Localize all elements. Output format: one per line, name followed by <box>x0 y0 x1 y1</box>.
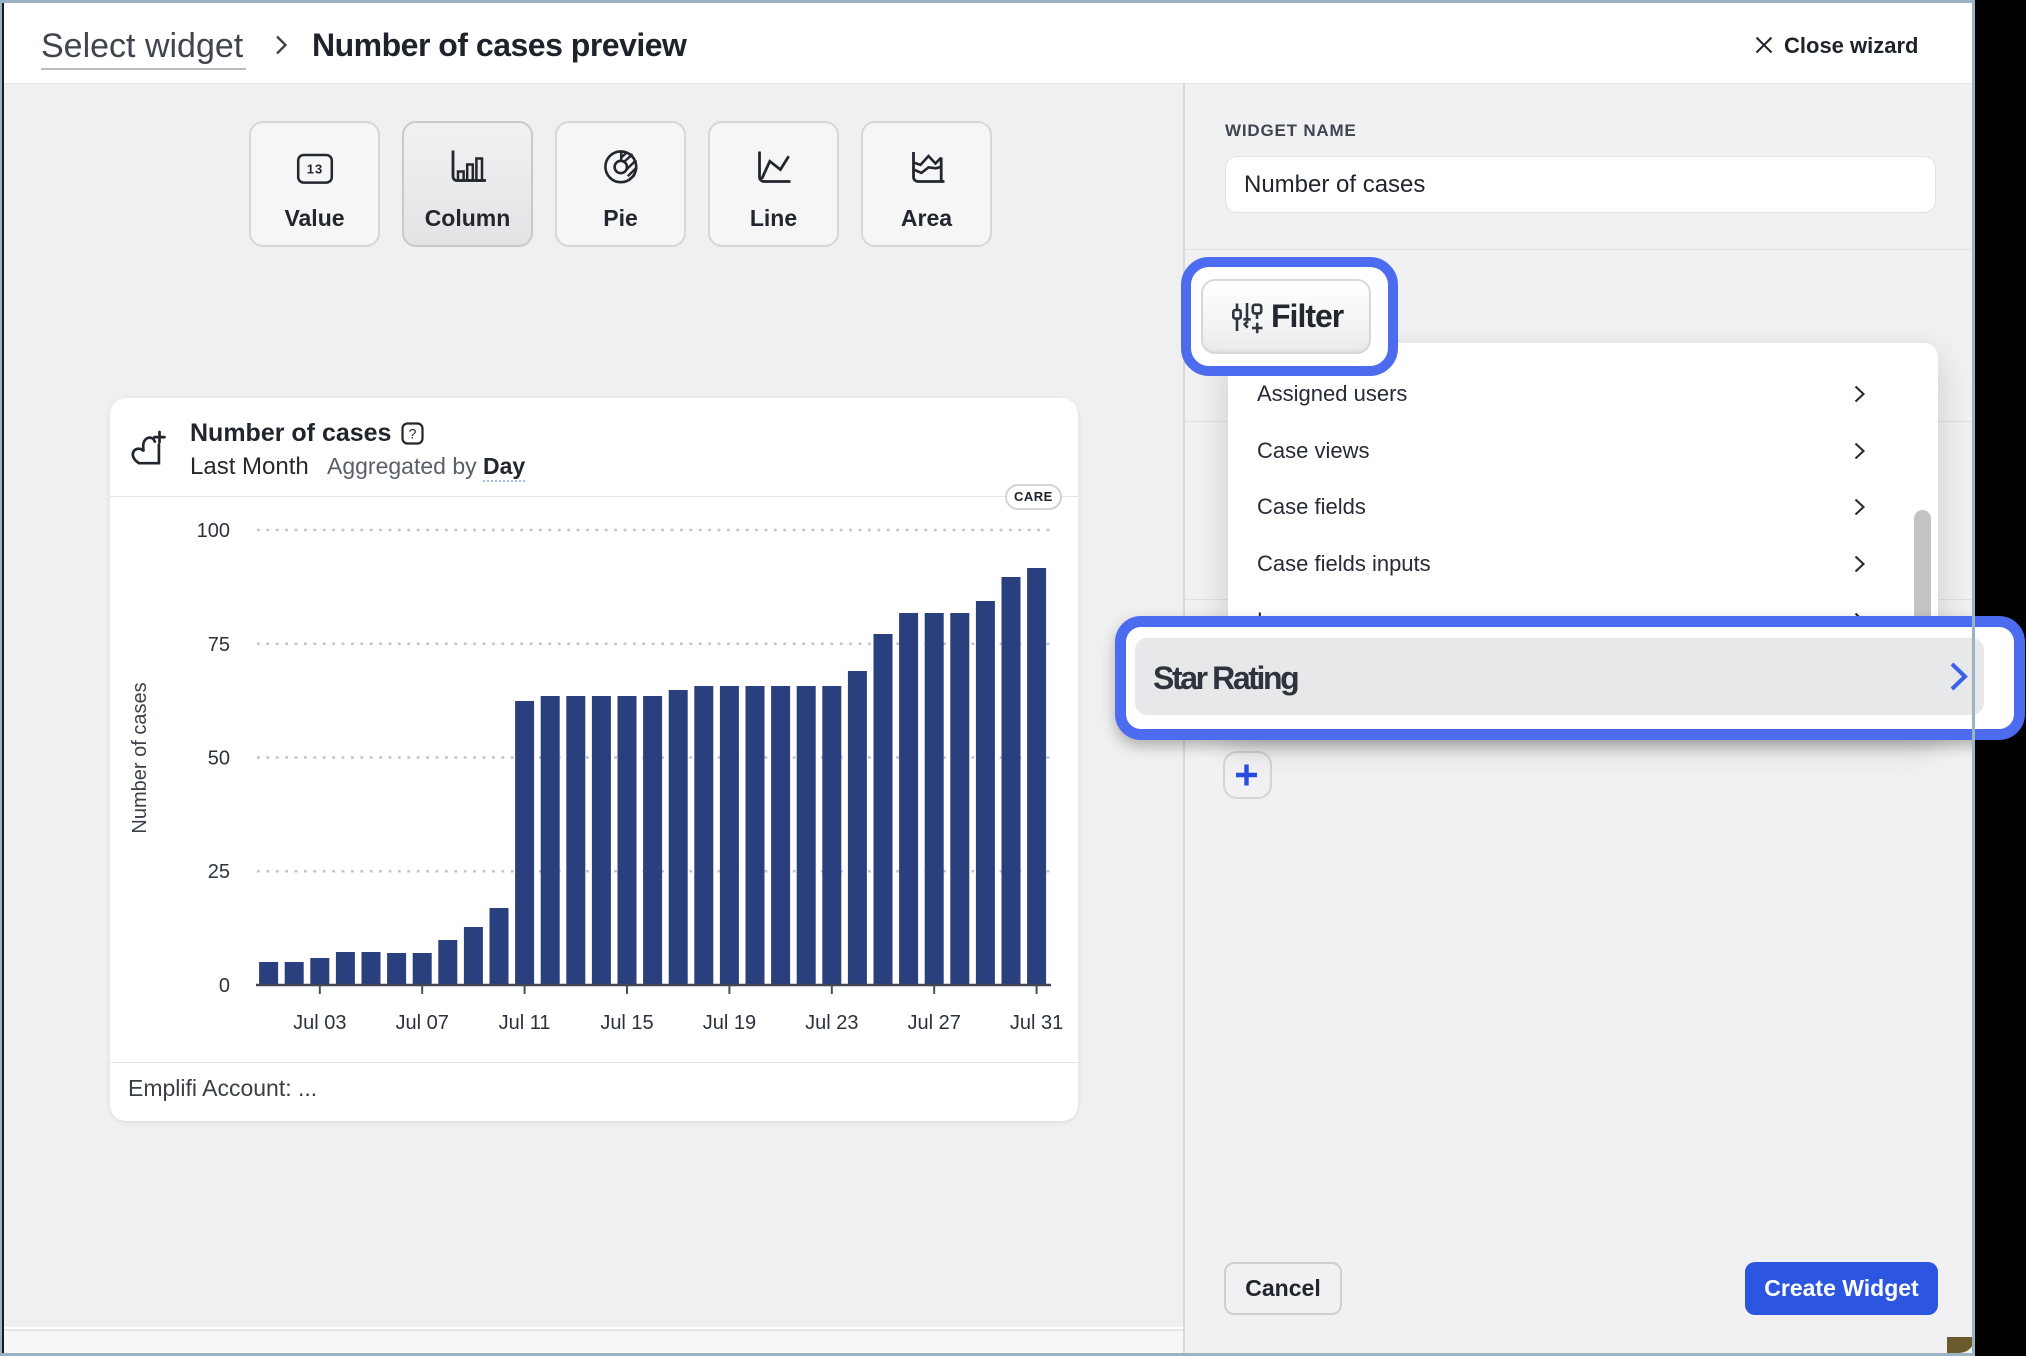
svg-text:Number of cases: Number of cases <box>129 682 151 833</box>
svg-text:Jul 15: Jul 15 <box>600 1012 653 1034</box>
svg-text:Jul 07: Jul 07 <box>396 1012 449 1034</box>
svg-text:Jul 19: Jul 19 <box>703 1012 756 1034</box>
svg-text:Jul 03: Jul 03 <box>293 1012 346 1034</box>
svg-text:0: 0 <box>219 975 230 997</box>
svg-text:?: ? <box>409 426 417 442</box>
svg-text:100: 100 <box>197 520 230 542</box>
svg-text:25: 25 <box>208 861 230 883</box>
svg-text:Jul 11: Jul 11 <box>499 1012 551 1034</box>
svg-text:50: 50 <box>208 748 230 770</box>
svg-text:Jul 27: Jul 27 <box>908 1012 961 1034</box>
svg-text:75: 75 <box>208 634 230 656</box>
svg-text:Jul 31: Jul 31 <box>1010 1012 1063 1034</box>
svg-text:Jul 23: Jul 23 <box>805 1012 858 1034</box>
svg-text:13: 13 <box>306 162 322 177</box>
